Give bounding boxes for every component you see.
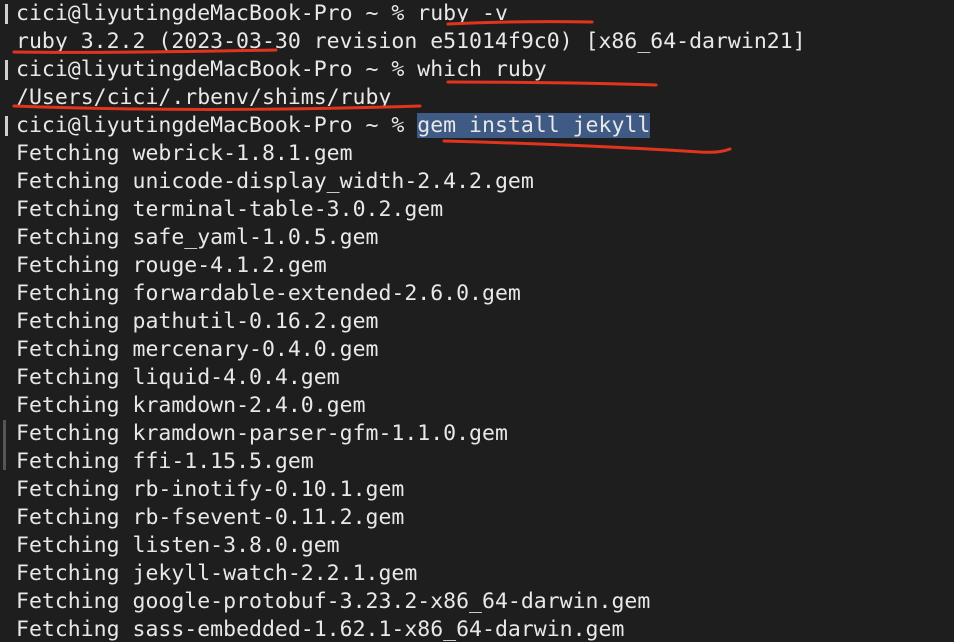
prompt: cici@liyutingdeMacBook-Pro ~ % bbox=[16, 113, 405, 138]
gem-name: terminal-table-3.0.2.gem bbox=[132, 197, 444, 222]
fetch-prefix: Fetching bbox=[16, 505, 120, 530]
command-which-ruby: which ruby bbox=[417, 57, 547, 82]
prompt: cici@liyutingdeMacBook-Pro ~ % bbox=[16, 1, 405, 26]
fetch-line: Fetching unicode-display_width-2.4.2.gem bbox=[16, 168, 534, 196]
fetch-line: Fetching mercenary-0.4.0.gem bbox=[16, 336, 378, 364]
fetch-prefix: Fetching bbox=[16, 561, 120, 586]
scroll-marker bbox=[3, 420, 6, 470]
command-gem-install-selected[interactable]: gem install jekyll bbox=[417, 113, 651, 138]
fetch-prefix: Fetching bbox=[16, 281, 120, 306]
gem-name: rb-inotify-0.10.1.gem bbox=[132, 477, 405, 502]
fetch-prefix: Fetching bbox=[16, 365, 120, 390]
gem-name: kramdown-2.4.0.gem bbox=[132, 393, 366, 418]
prompt-marker bbox=[5, 4, 8, 24]
gem-name: pathutil-0.16.2.gem bbox=[132, 309, 379, 334]
gem-name: unicode-display_width-2.4.2.gem bbox=[132, 169, 534, 194]
fetch-prefix: Fetching bbox=[16, 309, 120, 334]
fetch-line: Fetching kramdown-parser-gfm-1.1.0.gem bbox=[16, 420, 508, 448]
gem-name: webrick-1.8.1.gem bbox=[132, 141, 353, 166]
fetch-prefix: Fetching bbox=[16, 589, 120, 614]
underline-gem-install bbox=[442, 139, 732, 154]
fetch-prefix: Fetching bbox=[16, 533, 120, 558]
fetch-prefix: Fetching bbox=[16, 141, 120, 166]
fetch-line: Fetching rb-inotify-0.10.1.gem bbox=[16, 476, 404, 504]
command-line-ruby-version: cici@liyutingdeMacBook-Pro ~ % ruby -v bbox=[16, 0, 508, 28]
gem-name: ffi-1.15.5.gem bbox=[132, 449, 314, 474]
gem-name: google-protobuf-3.23.2-x86_64-darwin.gem bbox=[132, 589, 651, 614]
gem-name: safe_yaml-1.0.5.gem bbox=[132, 225, 379, 250]
command-ruby-v: ruby -v bbox=[417, 1, 508, 26]
fetch-line: Fetching webrick-1.8.1.gem bbox=[16, 140, 353, 168]
fetch-line: Fetching liquid-4.0.4.gem bbox=[16, 364, 340, 392]
fetch-line: Fetching safe_yaml-1.0.5.gem bbox=[16, 224, 378, 252]
fetch-prefix: Fetching bbox=[16, 225, 120, 250]
gem-name: rb-fsevent-0.11.2.gem bbox=[132, 505, 405, 530]
fetch-line: Fetching terminal-table-3.0.2.gem bbox=[16, 196, 443, 224]
command-line-which-ruby: cici@liyutingdeMacBook-Pro ~ % which rub… bbox=[16, 56, 547, 84]
command-line-gem-install: cici@liyutingdeMacBook-Pro ~ % gem insta… bbox=[16, 112, 651, 140]
output-ruby-version: ruby 3.2.2 (2023-03-30 revision e51014f9… bbox=[16, 29, 806, 54]
gem-name: listen-3.8.0.gem bbox=[132, 533, 340, 558]
gem-name: mercenary-0.4.0.gem bbox=[132, 337, 379, 362]
gem-name: sass-embedded-1.62.1-x86_64-darwin.gem bbox=[132, 617, 625, 642]
fetch-line: Fetching jekyll-watch-2.2.1.gem bbox=[16, 560, 417, 588]
fetch-line: Fetching listen-3.8.0.gem bbox=[16, 532, 340, 560]
fetch-prefix: Fetching bbox=[16, 477, 120, 502]
gem-name: liquid-4.0.4.gem bbox=[132, 365, 340, 390]
fetch-prefix: Fetching bbox=[16, 169, 120, 194]
fetch-line: Fetching pathutil-0.16.2.gem bbox=[16, 308, 378, 336]
output-which-ruby: /Users/cici/.rbenv/shims/ruby bbox=[16, 85, 392, 110]
terminal-window[interactable]: cici@liyutingdeMacBook-Pro ~ % ruby -v r… bbox=[0, 0, 954, 642]
fetch-prefix: Fetching bbox=[16, 449, 120, 474]
fetch-prefix: Fetching bbox=[16, 197, 120, 222]
fetch-prefix: Fetching bbox=[16, 617, 120, 642]
fetch-line: Fetching forwardable-extended-2.6.0.gem bbox=[16, 280, 521, 308]
fetch-line: Fetching kramdown-2.4.0.gem bbox=[16, 392, 366, 420]
fetch-line: Fetching ffi-1.15.5.gem bbox=[16, 448, 314, 476]
gem-name: kramdown-parser-gfm-1.1.0.gem bbox=[132, 421, 508, 446]
fetch-line: Fetching rouge-4.1.2.gem bbox=[16, 252, 327, 280]
gem-name: jekyll-watch-2.2.1.gem bbox=[132, 561, 418, 586]
fetch-prefix: Fetching bbox=[16, 421, 120, 446]
fetch-line: Fetching sass-embedded-1.62.1-x86_64-dar… bbox=[16, 616, 624, 642]
prompt-marker bbox=[5, 116, 8, 136]
prompt-marker bbox=[5, 60, 8, 80]
fetch-prefix: Fetching bbox=[16, 337, 120, 362]
prompt: cici@liyutingdeMacBook-Pro ~ % bbox=[16, 57, 405, 82]
gem-name: rouge-4.1.2.gem bbox=[132, 253, 327, 278]
fetch-prefix: Fetching bbox=[16, 253, 120, 278]
gem-name: forwardable-extended-2.6.0.gem bbox=[132, 281, 521, 306]
fetch-prefix: Fetching bbox=[16, 393, 120, 418]
fetch-line: Fetching google-protobuf-3.23.2-x86_64-d… bbox=[16, 588, 650, 616]
fetch-line: Fetching rb-fsevent-0.11.2.gem bbox=[16, 504, 404, 532]
